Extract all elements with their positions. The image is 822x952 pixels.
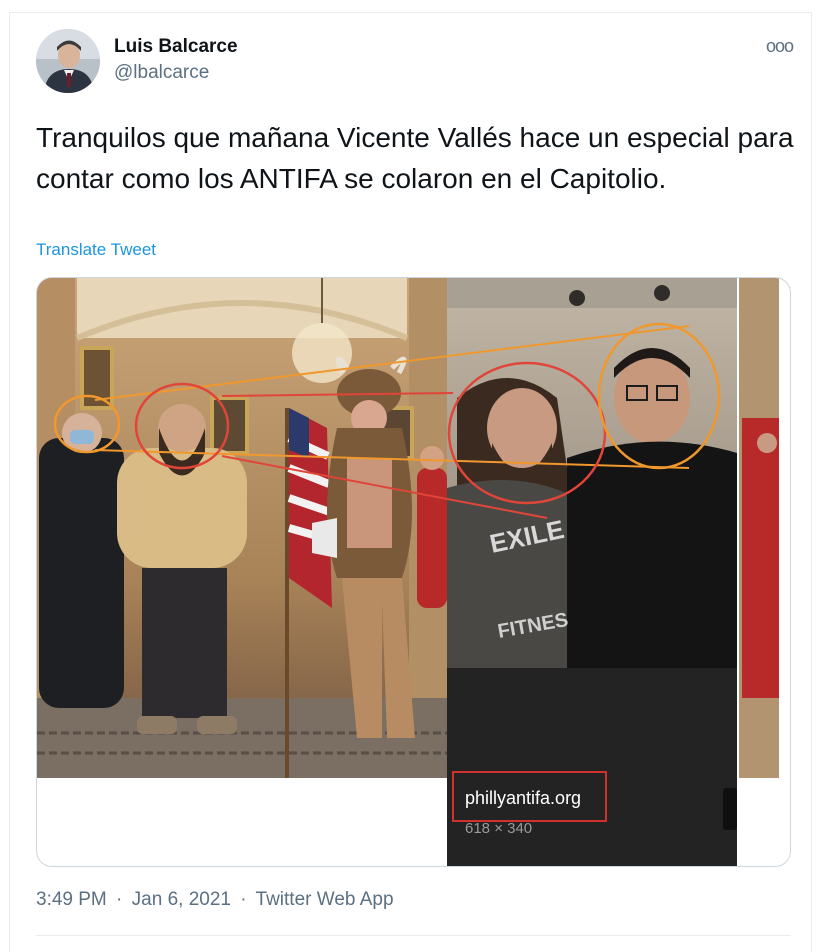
avatar[interactable]	[36, 29, 100, 93]
author-handle[interactable]: @lbalcarce	[114, 62, 209, 84]
tweet-text: Tranquilos que mañana Vicente Vallés hac…	[36, 122, 794, 194]
separator: ·	[240, 889, 247, 910]
tweet-footer: 3:49 PM · Jan 6, 2021 · Twitter Web App	[36, 889, 398, 911]
divider	[36, 935, 791, 936]
separator: ·	[116, 889, 123, 910]
media-image: EXILE FITNES phillyantifa.org 618 × 340	[37, 278, 779, 866]
translate-tweet-link[interactable]: Translate Tweet	[36, 240, 156, 260]
tweet-source[interactable]: Twitter Web App	[256, 889, 394, 910]
author-name[interactable]: Luis Balcarce	[114, 36, 238, 58]
tweet-date[interactable]: Jan 6, 2021	[132, 889, 231, 910]
overlay-site-text: phillyantifa.org	[465, 788, 581, 808]
overlay-dimensions-text: 618 × 340	[465, 820, 532, 837]
tweet-time[interactable]: 3:49 PM	[36, 889, 107, 910]
tweet-media[interactable]: EXILE FITNES phillyantifa.org 618 × 340	[36, 277, 791, 867]
more-options-icon[interactable]: ooo	[766, 36, 794, 57]
